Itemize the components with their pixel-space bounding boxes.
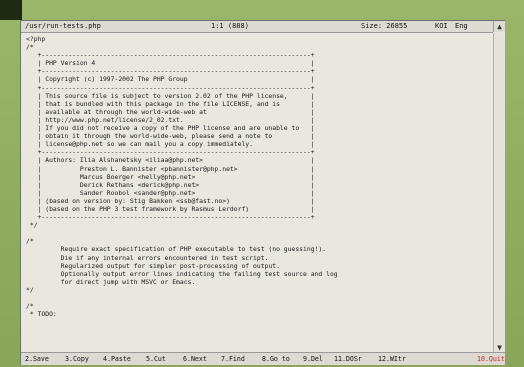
code-line[interactable]: */ [26, 221, 488, 229]
fkey-paste[interactable]: 4.Paste [103, 353, 131, 365]
file-size: Size: 26855 [361, 22, 408, 30]
code-line[interactable]: | that is bundled with this package in t… [26, 100, 488, 108]
code-line[interactable]: | (based on the PHP 3 test framework by … [26, 205, 488, 213]
corner-block [0, 0, 22, 20]
code-line[interactable]: +---------------------------------------… [26, 84, 488, 92]
terminal-screen: /usr/run-tests.php 1:1 (888) Size: 26855… [20, 20, 505, 365]
vertical-scrollbar[interactable] [493, 33, 505, 353]
code-line[interactable]: /* [26, 237, 488, 245]
code-line[interactable] [26, 318, 488, 326]
code-line[interactable]: */ [26, 286, 488, 294]
code-line[interactable]: | Authors: Ilia Alshanetsky <iliaa@php.n… [26, 156, 488, 164]
cursor-position: 1:1 (888) [211, 22, 249, 30]
code-line[interactable]: | (based on version by: Stig Bakken <ssb… [26, 197, 488, 205]
code-line[interactable]: Optionally output error lines indicating… [26, 270, 488, 278]
fkey-dosr[interactable]: 11.DOSr [334, 353, 362, 365]
fkey-witr[interactable]: 12.WItr [378, 353, 406, 365]
fkey-find[interactable]: 7.Find [221, 353, 245, 365]
code-line[interactable]: | This source file is subject to version… [26, 92, 488, 100]
code-line[interactable]: | Sander Roobol <sander@php.net> | [26, 189, 488, 197]
code-line[interactable]: /* [26, 302, 488, 310]
function-key-bar: 2.Save 3.Copy 4.Paste 5.Cut 6.Next 7.Find 8.Go… [21, 352, 505, 365]
code-line[interactable]: * TODO: [26, 310, 488, 318]
screenshot-frame: /usr/run-tests.php 1:1 (888) Size: 26855… [0, 0, 524, 367]
code-line[interactable]: | Marcus Boerger <helly@php.net> | [26, 173, 488, 181]
code-line[interactable]: | Copyright (c) 1997-2002 The PHP Group … [26, 75, 488, 83]
code-line[interactable]: | available at through the world-wide-we… [26, 108, 488, 116]
code-line[interactable]: | obtain it through the world-wide-web, … [26, 132, 488, 140]
code-line[interactable]: +---------------------------------------… [26, 67, 488, 75]
code-line[interactable]: Die if any internal errors encountered i… [26, 254, 488, 262]
code-line[interactable]: | Preston L. Bannister <pbannister@php.n… [26, 165, 488, 173]
encoding-indicator[interactable]: KOI [435, 21, 448, 32]
fkey-cut[interactable]: 5.Cut [146, 353, 166, 365]
fkey-go-to[interactable]: 8.Go to [262, 353, 290, 365]
code-line[interactable]: for direct jump with MSVC or Emacs. [26, 278, 488, 286]
fkey-save[interactable]: 2.Save [25, 353, 49, 365]
code-line[interactable]: Require exact specification of PHP execu… [26, 245, 488, 253]
code-line[interactable]: +---------------------------------------… [26, 213, 488, 221]
code-line[interactable]: +---------------------------------------… [26, 148, 488, 156]
code-line[interactable]: | PHP Version 4 | [26, 59, 488, 67]
fkey-copy[interactable]: 3.Copy [65, 353, 89, 365]
code-line[interactable]: | license@php.net so we can mail you a c… [26, 140, 488, 148]
fkey-quit[interactable]: 10.Quit [477, 353, 505, 365]
code-line[interactable]: /* [26, 43, 488, 51]
language-indicator[interactable]: Eng [455, 21, 468, 32]
code-line[interactable] [26, 294, 488, 302]
fkey-del[interactable]: 9.Del [303, 353, 323, 365]
code-line[interactable]: <?php [26, 35, 488, 43]
fkey-next[interactable]: 6.Next [183, 353, 207, 365]
file-path: /usr/run-tests.php [25, 22, 101, 30]
code-line[interactable]: | Derick Rethans <derick@php.net> | [26, 181, 488, 189]
status-bar: /usr/run-tests.php 1:1 (888) Size: 26855… [21, 21, 493, 33]
code-line[interactable]: +---------------------------------------… [26, 51, 488, 59]
code-editor[interactable]: <?php/* +-------------------------------… [26, 35, 488, 353]
code-line[interactable]: | http://www.php.net/license/2_02.txt. | [26, 116, 488, 124]
code-line[interactable]: Regularized output for simpler post-proc… [26, 262, 488, 270]
code-line[interactable] [26, 229, 488, 237]
scroll-up-icon[interactable]: ▲ [493, 21, 505, 32]
code-line[interactable]: | If you did not receive a copy of the P… [26, 124, 488, 132]
